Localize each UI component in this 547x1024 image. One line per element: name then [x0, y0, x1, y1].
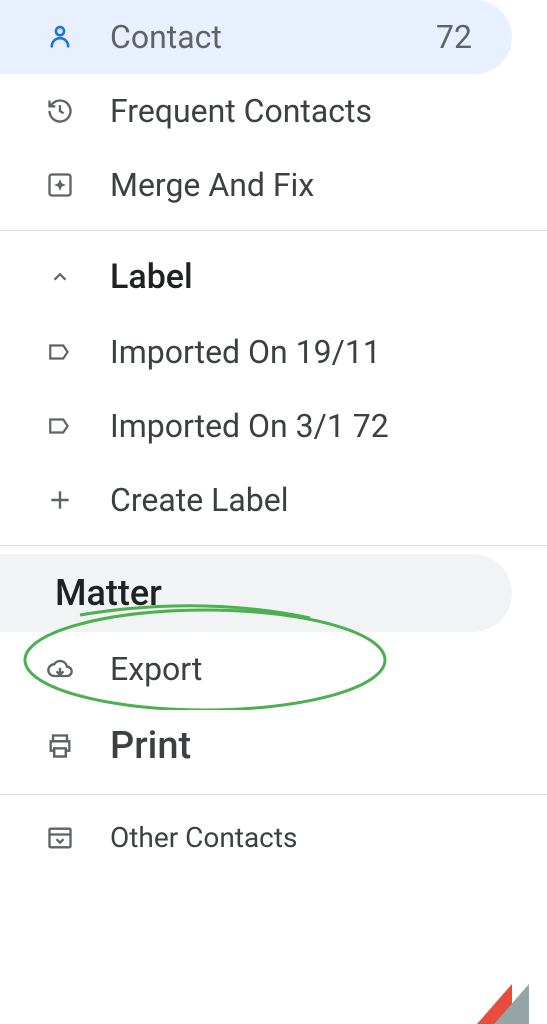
nav-contact[interactable]: Contact 72: [0, 0, 512, 74]
sparkle-icon: [45, 170, 75, 200]
nav-merge-label: Merge And Fix: [110, 166, 527, 204]
label-icon: [45, 337, 75, 367]
action-print[interactable]: Print: [0, 706, 547, 786]
action-import-label: Matter: [55, 572, 492, 614]
plus-icon: [45, 485, 75, 515]
chevron-up-icon: [45, 262, 75, 292]
divider: [0, 545, 547, 546]
divider: [0, 230, 547, 231]
label-item-0[interactable]: Imported On 19/11: [0, 315, 547, 389]
nav-frequent[interactable]: Frequent Contacts: [0, 74, 547, 148]
cloud-download-icon: [45, 654, 75, 684]
label-item-1[interactable]: Imported On 3/1 72: [0, 389, 547, 463]
nav-other[interactable]: Other Contacts: [0, 803, 547, 872]
nav-other-label: Other Contacts: [110, 821, 527, 854]
action-import[interactable]: Matter: [0, 554, 512, 632]
print-icon: [45, 731, 75, 761]
label-item-0-label: Imported On 19/11: [110, 333, 527, 371]
action-print-label: Print: [110, 724, 527, 768]
nav-contact-count: 72: [436, 18, 472, 56]
nav-contact-label: Contact: [110, 18, 436, 56]
history-icon: [45, 96, 75, 126]
create-label[interactable]: Create Label: [0, 463, 547, 537]
person-icon: [45, 22, 75, 52]
archive-icon: [45, 823, 75, 853]
create-label-text: Create Label: [110, 481, 527, 519]
nav-merge[interactable]: Merge And Fix: [0, 148, 547, 222]
label-icon: [45, 411, 75, 441]
action-export[interactable]: Export: [0, 632, 547, 706]
divider: [0, 794, 547, 795]
brand-logo: [477, 984, 547, 1024]
label-item-1-label: Imported On 3/1 72: [110, 407, 527, 445]
nav-frequent-label: Frequent Contacts: [110, 92, 527, 130]
labels-header[interactable]: Label: [0, 239, 547, 315]
action-export-label: Export: [110, 650, 527, 688]
labels-header-label: Label: [110, 257, 527, 297]
